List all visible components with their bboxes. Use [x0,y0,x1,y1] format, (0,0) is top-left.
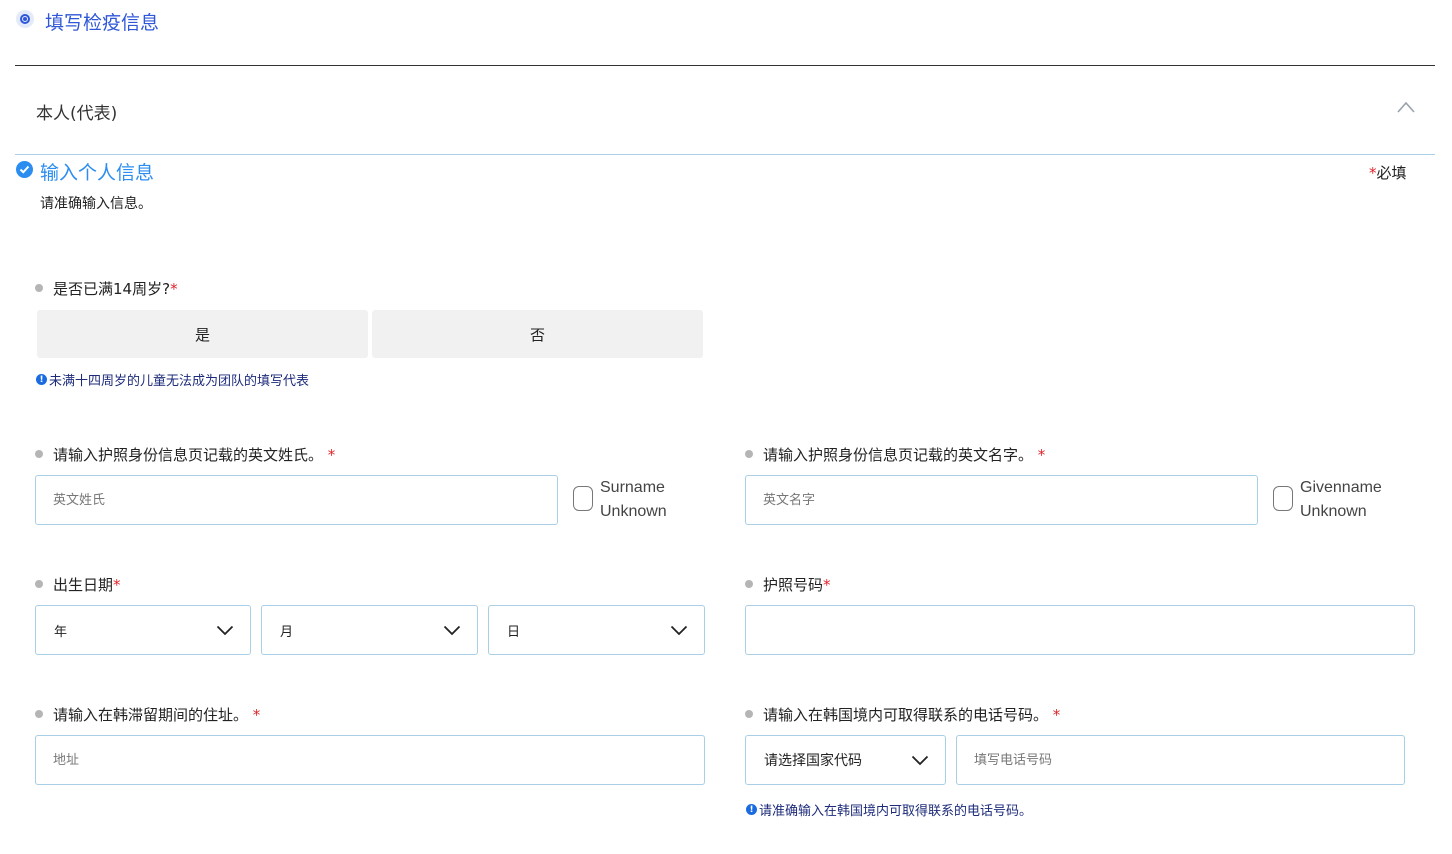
givenname-unknown-label: Givenname Unknown [1300,476,1382,524]
givenname-label: 请输入护照身份信息页记载的英文名字。 * [763,444,1045,465]
info-icon: ! [36,374,47,385]
surname-unknown-checkbox[interactable] [573,486,593,511]
age-question-label: 是否已满14周岁?* [53,278,178,299]
address-label: 请输入在韩滞留期间的住址。 * [53,704,260,725]
section-description: 请准确输入信息。 [40,196,152,212]
section-title: 输入个人信息 [40,162,155,184]
bullet-icon [745,450,753,458]
required-mark: * [1052,706,1061,724]
chevron-down-icon [216,625,234,635]
header-divider [15,65,1435,66]
bullet-icon [745,580,753,588]
age-info-text: 未满十四周岁的儿童无法成为团队的填写代表 [49,374,310,389]
country-code-value: 请选择国家代码 [764,753,862,769]
passport-label: 护照号码* [763,574,831,595]
birth-day-value: 日 [507,624,521,640]
age-question-text: 是否已满14周岁? [53,280,171,298]
age-yes-button[interactable]: 是 [37,310,368,358]
bullet-icon [35,710,43,718]
phone-label: 请输入在韩国境内可取得联系的电话号码。 * [763,704,1060,725]
phone-info-note: ! 请准确输入在韩国境内可取得联系的电话号码。 [746,800,1032,819]
required-mark: * [1369,164,1377,182]
step-radio-icon [16,10,34,28]
surname-unknown-label-line2: Unknown [600,503,667,520]
address-input[interactable] [35,735,705,785]
bullet-icon [35,580,43,588]
birth-year-select[interactable]: 年 [35,605,251,655]
required-text: 必填 [1376,164,1407,182]
birth-month-select[interactable]: 月 [261,605,478,655]
givenname-unknown-label-line1: Givenname [1300,479,1382,496]
givenname-unknown-checkbox[interactable] [1273,486,1293,511]
surname-label: 请输入护照身份信息页记载的英文姓氏。 * [53,444,335,465]
birthdate-label: 出生日期* [53,574,121,595]
surname-unknown-label-line1: Surname [600,479,665,496]
info-icon: ! [746,804,757,815]
givenname-label-text: 请输入护照身份信息页记载的英文名字。 [763,446,1034,464]
required-mark: * [1037,446,1046,464]
accordion-divider [15,154,1435,155]
surname-label-text: 请输入护照身份信息页记载的英文姓氏。 [53,446,324,464]
bullet-icon [35,450,43,458]
phone-label-text: 请输入在韩国境内可取得联系的电话号码。 [763,706,1049,724]
address-label-text: 请输入在韩滞留期间的住址。 [53,706,249,724]
required-mark: * [327,446,336,464]
accordion-title[interactable]: 本人(代表) [36,99,117,124]
birth-day-select[interactable]: 日 [488,605,705,655]
chevron-down-icon [670,625,688,635]
required-mark: * [823,576,831,594]
surname-unknown-label: Surname Unknown [600,476,667,524]
surname-input[interactable] [35,475,558,525]
givenname-unknown-label-line2: Unknown [1300,503,1367,520]
step-title: 填写检疫信息 [45,12,160,34]
passport-label-text: 护照号码 [763,576,824,594]
required-mark: * [113,576,121,594]
birth-month-value: 月 [280,624,294,640]
birthdate-label-text: 出生日期 [53,576,114,594]
phone-info-text: 请准确输入在韩国境内可取得联系的电话号码。 [759,804,1033,819]
givenname-input[interactable] [745,475,1258,525]
required-mark: * [252,706,261,724]
chevron-down-icon [443,625,461,635]
country-code-select[interactable]: 请选择国家代码 [745,735,946,785]
bullet-icon [35,284,43,292]
birth-year-value: 年 [54,624,68,640]
bullet-icon [745,710,753,718]
age-info-note: ! 未满十四周岁的儿童无法成为团队的填写代表 [36,370,309,389]
check-circle-icon [16,161,33,178]
required-mark: * [170,280,178,298]
chevron-down-icon [911,755,929,765]
chevron-up-icon[interactable] [1396,100,1416,114]
passport-number-input[interactable] [745,605,1415,655]
age-no-button[interactable]: 否 [372,310,703,358]
phone-number-input[interactable] [956,735,1405,785]
required-legend: *必填 [1369,162,1407,183]
